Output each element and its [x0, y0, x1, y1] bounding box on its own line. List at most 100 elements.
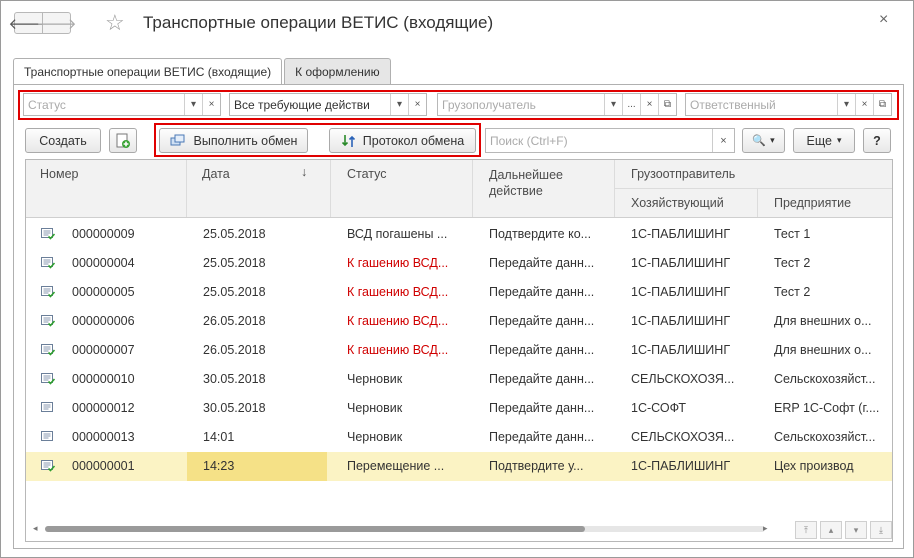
scroll-first-button[interactable]: ⤒: [795, 521, 817, 539]
cell-entity: 1С-ПАБЛИШИНГ: [631, 256, 731, 270]
chevron-down-icon[interactable]: ▾: [837, 94, 855, 115]
first-icon: ⤒: [804, 524, 808, 535]
scroll-left-icon[interactable]: ◂: [33, 523, 38, 534]
cell-status: Черновик: [347, 401, 403, 415]
chevron-down-icon[interactable]: ▾: [184, 94, 202, 115]
doc-check-icon: [41, 257, 55, 269]
more-button[interactable]: Еще ▾: [793, 128, 855, 153]
scroll-right-icon[interactable]: ▸: [763, 523, 768, 534]
clear-icon[interactable]: ×: [712, 129, 734, 152]
horizontal-scrollbar[interactable]: ◂ ▸: [25, 521, 785, 537]
column-header-next-action[interactable]: Дальнейшее действие: [473, 160, 615, 217]
column-header-status[interactable]: Статус: [331, 160, 473, 217]
scroll-up-button[interactable]: ▴: [820, 521, 842, 539]
close-icon[interactable]: ×: [879, 11, 888, 29]
responsible-filter-input[interactable]: Ответственный: [686, 98, 837, 112]
cell-next-action: Передайте данн...: [489, 343, 595, 357]
table-row[interactable]: 000000010 30.05.2018 Черновик Передайте дан…: [26, 365, 892, 394]
cell-status: Черновик: [347, 430, 403, 444]
column-header-entity[interactable]: Хозяйствующий: [615, 189, 758, 217]
status-filter-input[interactable]: Статус: [24, 98, 184, 112]
consignee-filter[interactable]: Грузополучатель ▾ ... × ⧉: [437, 93, 677, 116]
cell-date: 26.05.2018: [203, 343, 266, 357]
cell-next-action: Передайте данн...: [489, 430, 595, 444]
clear-icon[interactable]: ×: [408, 94, 426, 115]
status-filter[interactable]: Статус ▾ ×: [23, 93, 221, 116]
column-header-date[interactable]: Дата ↓: [187, 160, 331, 217]
select-ellipsis-icon[interactable]: ...: [622, 94, 640, 115]
search-field[interactable]: Поиск (Ctrl+F) ×: [485, 128, 735, 153]
cell-enterprise: Сельскохозяйст...: [774, 372, 876, 386]
operations-table: Номер Дата ↓ Статус Дальнейшее действие …: [25, 159, 893, 542]
cell-date: 14:23: [187, 452, 327, 481]
sort-desc-icon: ↓: [301, 165, 308, 179]
cell-entity: 1С-СОФТ: [631, 401, 687, 415]
main-window: 🡐 🡒 ☆ Транспортные операции ВЕТИС (входя…: [0, 0, 914, 558]
search-input[interactable]: Поиск (Ctrl+F): [486, 134, 712, 148]
table-row[interactable]: 000000001 14:23 Перемещение ... Подтвердите…: [26, 452, 892, 481]
cell-next-action: Передайте данн...: [489, 256, 595, 270]
cell-number: 000000005: [72, 285, 135, 299]
scroll-last-button[interactable]: ⤓: [870, 521, 892, 539]
exchange-log-icon: [341, 134, 355, 147]
clear-icon[interactable]: ×: [855, 94, 873, 115]
cell-next-action: Передайте данн...: [489, 372, 595, 386]
table-row[interactable]: 000000004 25.05.2018 К гашению ВСД... Перед…: [26, 249, 892, 278]
doc-check-icon: [41, 460, 55, 472]
clear-icon[interactable]: ×: [202, 94, 220, 115]
favorite-star-icon[interactable]: ☆: [105, 10, 125, 36]
open-icon[interactable]: ⧉: [873, 94, 891, 115]
cell-number: 000000013: [72, 430, 135, 444]
copy-add-button[interactable]: [109, 128, 137, 153]
cell-enterprise: Цех производ: [774, 459, 854, 473]
table-row[interactable]: 000000005 25.05.2018 К гашению ВСД... Перед…: [26, 278, 892, 307]
cell-date: 25.05.2018: [203, 227, 266, 241]
tab-bar: Транспортные операции ВЕТИС (входящие) К…: [13, 58, 393, 85]
cell-number: 000000009: [72, 227, 135, 241]
cell-status: К гашению ВСД...: [347, 285, 449, 299]
column-header-enterprise[interactable]: Предприятие: [758, 189, 892, 217]
create-button[interactable]: Создать: [25, 128, 101, 153]
scroll-down-button[interactable]: ▾: [845, 521, 867, 539]
column-group-shipper: Грузоотправитель: [615, 160, 892, 189]
cell-entity: 1С-ПАБЛИШИНГ: [631, 227, 731, 241]
open-icon[interactable]: ⧉: [658, 94, 676, 115]
cell-enterprise: Для внешних о...: [774, 343, 872, 357]
up-icon: ▴: [828, 524, 834, 535]
chevron-down-icon[interactable]: ▾: [604, 94, 622, 115]
cell-entity: 1С-ПАБЛИШИНГ: [631, 314, 731, 328]
consignee-filter-input[interactable]: Грузополучатель: [438, 98, 604, 112]
scrollbar-thumb[interactable]: [45, 526, 585, 532]
forward-button[interactable]: 🡒: [36, 12, 77, 34]
clear-icon[interactable]: ×: [640, 94, 658, 115]
action-filter-input[interactable]: Все требующие действи: [230, 98, 390, 112]
action-filter[interactable]: Все требующие действи ▾ ×: [229, 93, 427, 116]
tab-incoming[interactable]: Транспортные операции ВЕТИС (входящие): [13, 58, 283, 85]
exchange-log-button[interactable]: Протокол обмена: [329, 128, 476, 153]
help-button[interactable]: ?: [863, 128, 891, 153]
cell-enterprise: Для внешних о...: [774, 314, 872, 328]
cell-entity: 1С-ПАБЛИШИНГ: [631, 285, 731, 299]
cell-date: 25.05.2018: [203, 256, 266, 270]
cell-entity: 1С-ПАБЛИШИНГ: [631, 343, 731, 357]
table-row[interactable]: 000000009 25.05.2018 ВСД погашены ... Подтв…: [26, 220, 892, 249]
cell-entity: СЕЛЬСКОХОЗЯ...: [631, 372, 735, 386]
doc-check-icon: [41, 344, 55, 356]
cell-date: 25.05.2018: [203, 285, 266, 299]
doc-check-icon: [41, 286, 55, 298]
run-exchange-button[interactable]: Выполнить обмен: [159, 128, 308, 153]
responsible-filter[interactable]: Ответственный ▾ × ⧉: [685, 93, 892, 116]
table-row[interactable]: 000000013 14:01 Черновик Передайте данн... С…: [26, 423, 892, 452]
search-button[interactable]: 🔍 ▾: [742, 128, 785, 153]
tab-to-process[interactable]: К оформлению: [284, 58, 391, 84]
column-header-number[interactable]: Номер: [26, 160, 187, 217]
doc-icon: [41, 402, 53, 412]
cell-status: ВСД погашены ...: [347, 227, 448, 241]
table-row[interactable]: 000000006 26.05.2018 К гашению ВСД... Перед…: [26, 307, 892, 336]
chevron-down-icon: ▾: [836, 135, 842, 145]
table-row[interactable]: 000000012 30.05.2018 Черновик Передайте дан…: [26, 394, 892, 423]
doc-check-icon: [41, 228, 55, 240]
cell-date: 30.05.2018: [203, 401, 266, 415]
chevron-down-icon[interactable]: ▾: [390, 94, 408, 115]
table-row[interactable]: 000000007 26.05.2018 К гашению ВСД... Перед…: [26, 336, 892, 365]
